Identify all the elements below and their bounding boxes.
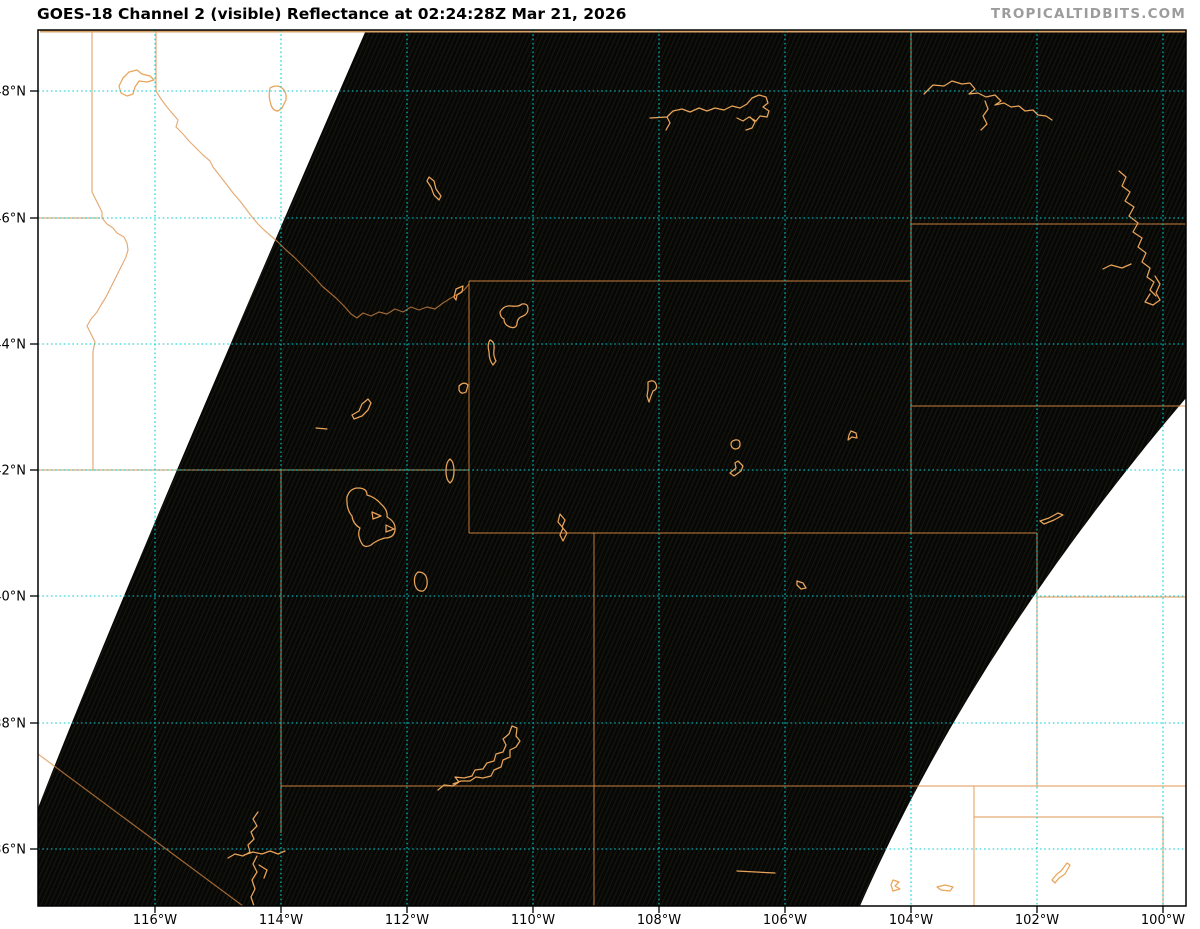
lon-label-112w: 112°W [385, 913, 429, 928]
lat-label-46n: 46°N [0, 212, 26, 227]
satellite-map: 48°N 46°N 44°N 42°N 40°N 38°N 36°N 116°W… [0, 5, 1187, 928]
page-title: GOES-18 Channel 2 (visible) Reflectance … [37, 5, 626, 23]
lon-label-106w: 106°W [763, 913, 807, 928]
lon-label-108w: 108°W [637, 913, 681, 928]
satellite-figure: 48°N 46°N 44°N 42°N 40°N 38°N 36°N 116°W… [0, 0, 1200, 929]
lon-label-116w: 116°W [133, 913, 177, 928]
lat-label-36n: 36°N [0, 843, 26, 858]
lon-label-110w: 110°W [511, 913, 555, 928]
lat-label-48n: 48°N [0, 85, 26, 100]
lat-label-44n: 44°N [0, 338, 26, 353]
lat-label-42n: 42°N [0, 464, 26, 479]
lon-label-100w: 100°W [1141, 913, 1185, 928]
latitude-axis-labels: 48°N 46°N 44°N 42°N 40°N 38°N 36°N [0, 85, 26, 858]
longitude-axis-labels: 116°W 114°W 112°W 110°W 108°W 106°W 104°… [133, 913, 1185, 928]
watermark: TROPICALTIDBITS.COM [991, 6, 1186, 22]
lon-label-114w: 114°W [259, 913, 303, 928]
lat-label-40n: 40°N [0, 590, 26, 605]
lon-label-104w: 104°W [889, 913, 933, 928]
lat-label-38n: 38°N [0, 717, 26, 732]
lon-label-102w: 102°W [1015, 913, 1059, 928]
